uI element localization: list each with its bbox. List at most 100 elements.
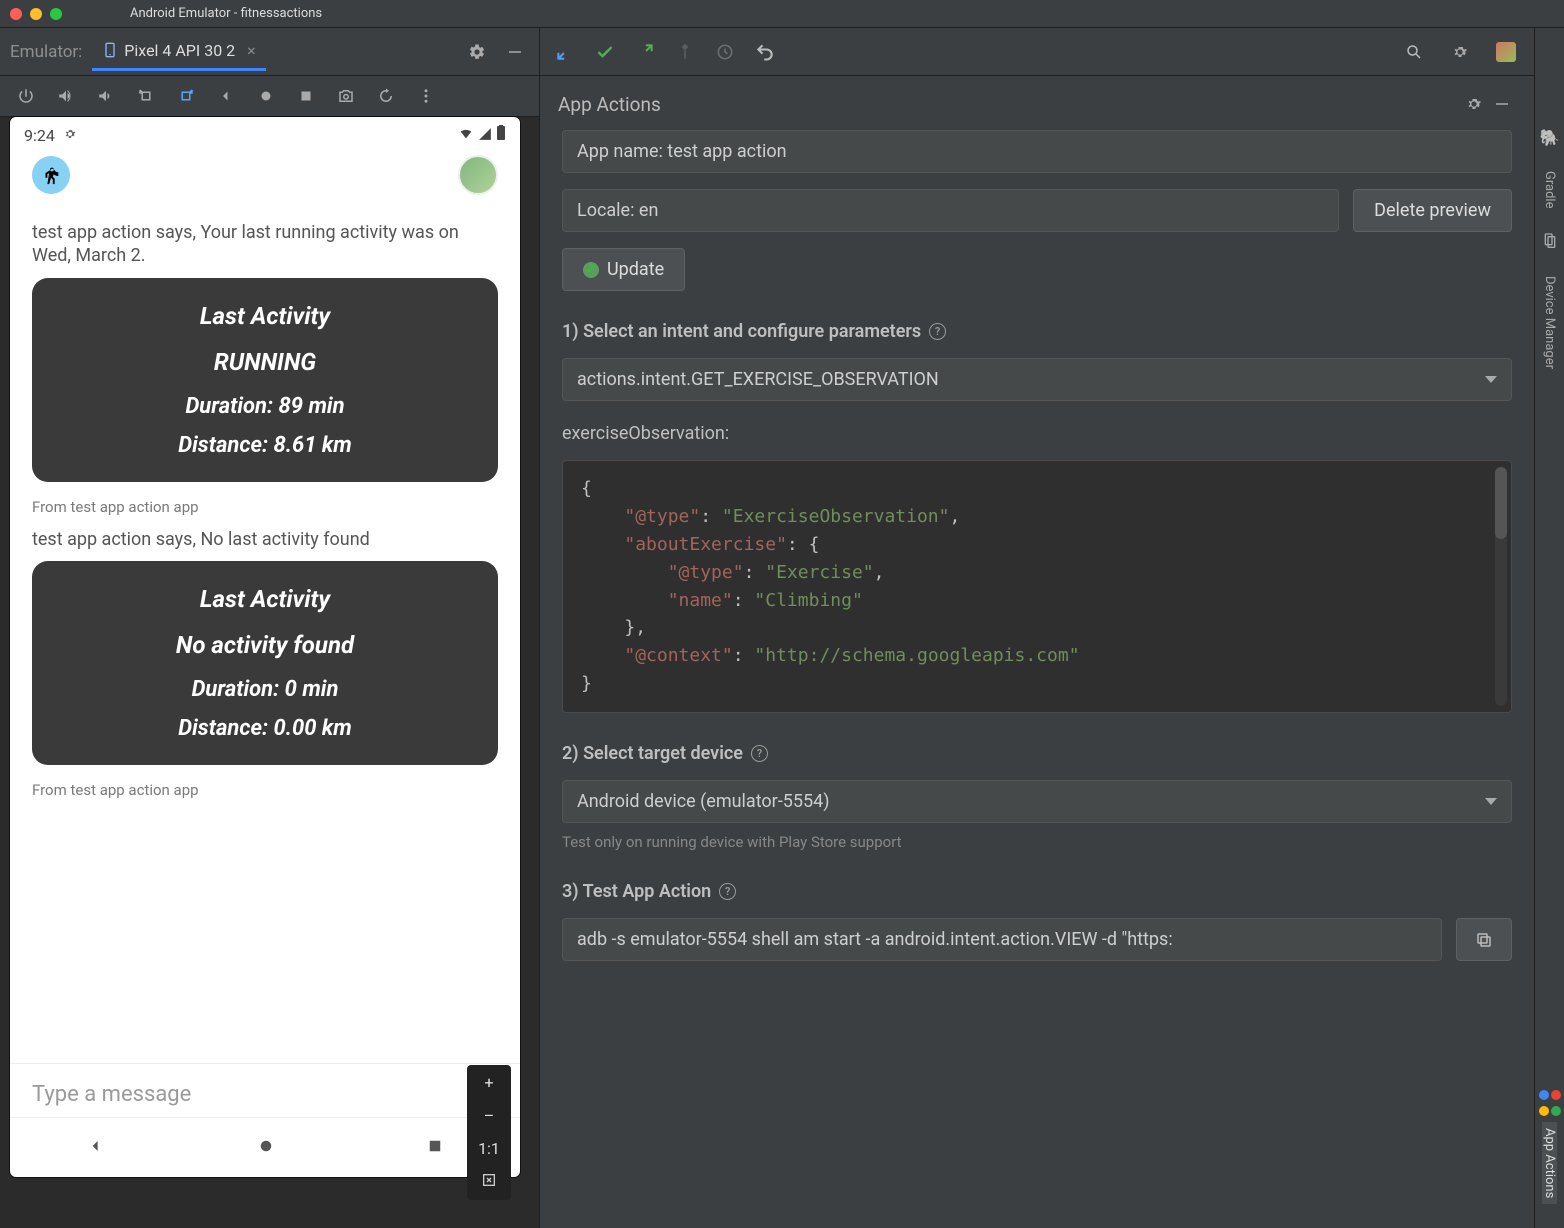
scrollbar[interactable] bbox=[1495, 467, 1507, 706]
json-editor[interactable]: { "@type": "ExerciseObservation", "about… bbox=[562, 460, 1512, 713]
step-out-icon[interactable] bbox=[634, 41, 656, 63]
assistant-feed[interactable]: test app action says, Your last running … bbox=[10, 199, 520, 1063]
overview-button[interactable] bbox=[426, 1137, 444, 1159]
apply-changes-icon[interactable] bbox=[594, 41, 616, 63]
minimize-window-button[interactable] bbox=[30, 8, 42, 20]
home-button[interactable] bbox=[257, 1137, 275, 1159]
intent-value: actions.intent.GET_EXERCISE_OBSERVATION bbox=[577, 369, 939, 390]
emulator-tab[interactable]: Pixel 4 API 30 2 × bbox=[92, 33, 265, 71]
emulator-label: Emulator: bbox=[10, 42, 82, 62]
help-icon[interactable]: ? bbox=[929, 323, 946, 340]
activity-card[interactable]: Last Activity RUNNING Duration: 89 min D… bbox=[32, 278, 498, 482]
device-value: Android device (emulator-5554) bbox=[577, 791, 830, 812]
screenshot-icon[interactable] bbox=[334, 84, 358, 108]
close-tab-icon[interactable]: × bbox=[247, 41, 256, 60]
gradle-tab[interactable]: Gradle bbox=[1542, 165, 1557, 214]
snapshot-icon[interactable] bbox=[374, 84, 398, 108]
emulator-settings-icon[interactable] bbox=[463, 38, 491, 66]
clock-text: 9:24 bbox=[24, 126, 55, 145]
back-button[interactable] bbox=[86, 1136, 106, 1160]
statusbar: 9:24 bbox=[10, 117, 520, 145]
rotate-left-icon[interactable] bbox=[134, 84, 158, 108]
device-screen[interactable]: 9:24 bbox=[10, 117, 520, 1177]
delete-preview-button[interactable]: Delete preview bbox=[1353, 189, 1512, 232]
device-select[interactable]: Android device (emulator-5554) bbox=[562, 780, 1512, 823]
locale-field[interactable]: Locale: en bbox=[562, 189, 1339, 232]
zoom-fit-icon[interactable] bbox=[481, 1172, 497, 1192]
run-toolbar bbox=[540, 28, 1534, 76]
intent-select[interactable]: actions.intent.GET_EXERCISE_OBSERVATION bbox=[562, 358, 1512, 401]
maximize-window-button[interactable] bbox=[50, 8, 62, 20]
card-activity: No activity found bbox=[52, 631, 478, 659]
chevron-down-icon bbox=[1485, 798, 1497, 805]
rotate-right-icon[interactable] bbox=[174, 84, 198, 108]
devices-icon[interactable] bbox=[1542, 232, 1558, 252]
close-window-button[interactable] bbox=[10, 8, 22, 20]
device-hint: Test only on running device with Play St… bbox=[562, 833, 1512, 851]
zoom-reset-button[interactable]: 1:1 bbox=[478, 1139, 500, 1158]
card-distance: Distance: 0.00 km bbox=[52, 716, 478, 741]
app-avatar-icon[interactable] bbox=[32, 156, 70, 194]
step1-label: 1) Select an intent and configure parame… bbox=[562, 321, 1512, 342]
card-duration: Duration: 0 min bbox=[52, 677, 478, 702]
wifi-icon bbox=[458, 125, 474, 145]
profile-avatar-icon[interactable] bbox=[1492, 38, 1520, 66]
app-actions-tab[interactable]: App Actions bbox=[1542, 1122, 1557, 1204]
adb-command-field[interactable]: adb -s emulator-5554 shell am start -a a… bbox=[562, 918, 1442, 961]
overflow-icon[interactable] bbox=[414, 84, 438, 108]
help-icon[interactable]: ? bbox=[751, 745, 768, 762]
app-actions-header: App Actions bbox=[540, 76, 1534, 130]
undo-icon[interactable] bbox=[754, 41, 776, 63]
assistant-message: test app action says, Your last running … bbox=[32, 221, 498, 268]
feed-caption: From test app action app bbox=[32, 498, 498, 516]
card-title: Last Activity bbox=[52, 585, 478, 613]
right-tool-strip: 🐘 Gradle Device Manager App Actions bbox=[1534, 28, 1564, 1228]
card-activity: RUNNING bbox=[52, 348, 478, 376]
back-nav-icon[interactable] bbox=[214, 84, 238, 108]
panel-settings-icon[interactable] bbox=[1460, 90, 1488, 118]
assistant-message: test app action says, No last activity f… bbox=[32, 528, 498, 551]
device-manager-tab[interactable]: Device Manager bbox=[1542, 270, 1557, 375]
activity-card[interactable]: Last Activity No activity found Duration… bbox=[32, 561, 498, 765]
emulator-toolbar bbox=[0, 76, 539, 117]
panel-title: App Actions bbox=[558, 93, 661, 116]
emulator-panel: Emulator: Pixel 4 API 30 2 × bbox=[0, 28, 540, 1228]
assistant-logo-icon bbox=[1539, 1106, 1561, 1116]
check-icon: ✓ bbox=[583, 262, 599, 278]
assistant-logo-icon bbox=[1539, 1090, 1561, 1100]
window-titlebar: Android Emulator - fitnessactions bbox=[0, 0, 1564, 28]
compose-input[interactable]: Type a message bbox=[10, 1063, 520, 1117]
gradle-elephant-icon[interactable]: 🐘 bbox=[1540, 128, 1560, 147]
volume-down-icon[interactable] bbox=[94, 84, 118, 108]
ide-settings-icon[interactable] bbox=[1446, 38, 1474, 66]
chevron-down-icon bbox=[1485, 376, 1497, 383]
copy-button[interactable] bbox=[1456, 918, 1512, 961]
zoom-out-button[interactable]: – bbox=[484, 1106, 495, 1125]
zoom-panel: + – 1:1 bbox=[467, 1065, 511, 1200]
step-into-icon[interactable] bbox=[554, 41, 576, 63]
panel-minimize-icon[interactable] bbox=[1488, 90, 1516, 118]
stop-icon[interactable] bbox=[294, 84, 318, 108]
minimize-panel-icon[interactable] bbox=[501, 38, 529, 66]
device-icon bbox=[102, 42, 118, 58]
step2-label: 2) Select target device ? bbox=[562, 743, 1512, 764]
volume-up-icon[interactable] bbox=[54, 84, 78, 108]
assistant-header bbox=[10, 145, 520, 199]
feed-caption: From test app action app bbox=[32, 781, 498, 799]
power-icon[interactable] bbox=[14, 84, 38, 108]
card-title: Last Activity bbox=[52, 302, 478, 330]
app-name-field[interactable]: App name: test app action bbox=[562, 130, 1512, 173]
search-icon[interactable] bbox=[1400, 38, 1428, 66]
card-duration: Duration: 89 min bbox=[52, 394, 478, 419]
signal-icon bbox=[478, 126, 492, 145]
history-icon[interactable] bbox=[714, 41, 736, 63]
window-title: Android Emulator - fitnessactions bbox=[130, 6, 322, 21]
window-controls bbox=[10, 8, 62, 20]
update-button[interactable]: ✓ Update bbox=[562, 248, 685, 291]
record-icon[interactable] bbox=[254, 84, 278, 108]
pin-icon[interactable] bbox=[674, 41, 696, 63]
user-avatar[interactable] bbox=[458, 155, 498, 195]
settings-status-icon bbox=[63, 126, 77, 145]
help-icon[interactable]: ? bbox=[719, 883, 736, 900]
zoom-in-button[interactable]: + bbox=[484, 1073, 493, 1092]
